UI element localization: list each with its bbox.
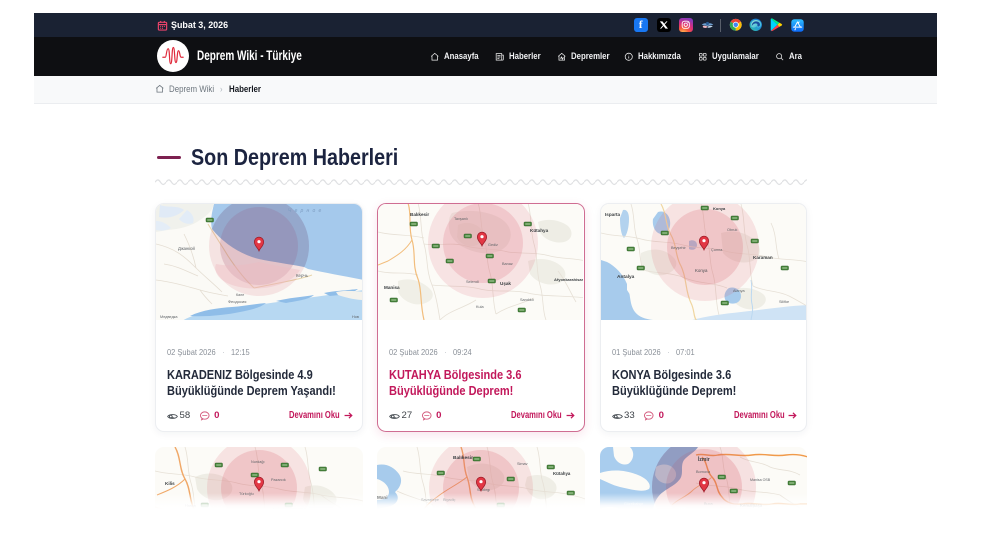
svg-text:Нов: Нов — [352, 315, 359, 319]
svg-text:Gediz: Gediz — [488, 243, 498, 247]
svg-text:Черное: Черное — [288, 208, 324, 214]
svg-text:Silifke: Silifke — [779, 300, 789, 304]
svg-text:Kilis: Kilis — [165, 481, 175, 486]
svg-text:Tavşanlı: Tavşanlı — [454, 217, 468, 221]
svg-text:Balıkesir: Balıkesir — [410, 212, 429, 217]
svg-text:Çumra: Çumra — [711, 248, 723, 252]
svg-text:Джанкой: Джанкой — [178, 246, 195, 251]
svg-text:Selendi: Selendi — [466, 280, 479, 284]
svg-text:Beyşehir: Beyşehir — [671, 246, 687, 250]
svg-text:Керчь: Керчь — [296, 273, 309, 278]
svg-text:Феодосия: Феодосия — [228, 299, 246, 304]
svg-text:Manisa: Manisa — [384, 285, 400, 290]
svg-text:Karaman: Karaman — [753, 255, 773, 260]
svg-text:Kula: Kula — [476, 305, 484, 309]
svg-text:Sandıklı: Sandıklı — [520, 298, 534, 302]
svg-text:Медведка: Медведка — [160, 315, 178, 319]
svg-text:Kütahya: Kütahya — [530, 228, 549, 233]
svg-text:Pazarcık: Pazarcık — [271, 478, 286, 482]
svg-text:Uşak: Uşak — [500, 281, 511, 286]
svg-text:Sındırgı: Sındırgı — [477, 488, 490, 492]
svg-text:Konya: Konya — [695, 268, 708, 273]
svg-text:Bornova: Bornova — [696, 470, 711, 474]
svg-text:İzmir: İzmir — [698, 456, 710, 463]
svg-text:Alanya: Alanya — [733, 289, 745, 293]
svg-text:Кале: Кале — [236, 293, 244, 297]
svg-text:Balıkesir: Balıkesir — [453, 455, 473, 461]
svg-text:Simav: Simav — [517, 462, 528, 466]
svg-text:Banaz: Banaz — [502, 262, 513, 266]
svg-text:Obruk: Obruk — [727, 228, 737, 232]
svg-text:Antalya: Antalya — [617, 274, 635, 280]
svg-text:Nurdağı: Nurdağı — [251, 460, 265, 464]
svg-text:Konya: Konya — [713, 206, 726, 211]
svg-text:Manisa OSB: Manisa OSB — [750, 478, 771, 482]
svg-text:Kütahya: Kütahya — [553, 471, 571, 476]
svg-text:Isparta: Isparta — [605, 212, 621, 217]
svg-text:Afyonkarahisar: Afyonkarahisar — [554, 277, 584, 282]
